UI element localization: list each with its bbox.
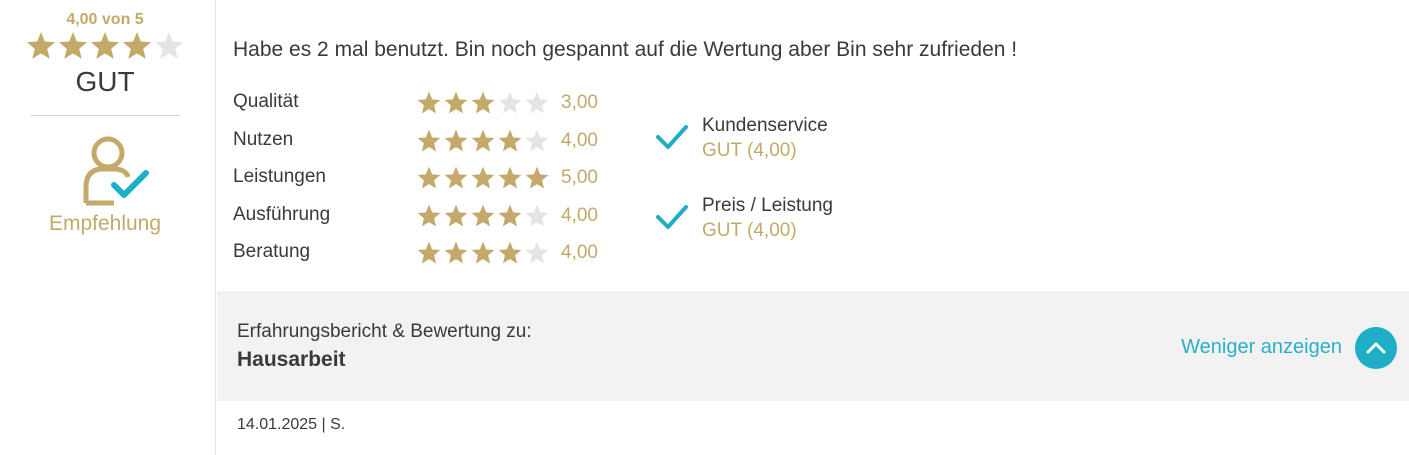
feature-preis-leistung: Preis / Leistung GUT (4,00) (655, 195, 955, 245)
star-empty-icon (155, 32, 183, 59)
star-filled-icon (444, 91, 468, 114)
star-filled-icon (417, 91, 441, 114)
rating-stars (416, 203, 551, 229)
star-filled-icon (417, 129, 441, 151)
rating-stars (416, 128, 551, 154)
star-filled-icon (471, 241, 495, 264)
star-filled-icon (498, 166, 522, 189)
star-filled-icon (59, 32, 87, 59)
rating-row: Beratung 4,00 (233, 238, 613, 268)
rating-row: Nutzen 4,00 (233, 126, 613, 156)
star-filled-icon (417, 166, 441, 189)
star-filled-icon (91, 32, 119, 59)
star-filled-icon (444, 241, 468, 264)
star-filled-icon (417, 241, 441, 264)
feature-value: GUT (4,00) (702, 220, 797, 241)
rating-stars (416, 240, 551, 266)
star-filled-icon (498, 241, 522, 264)
feature-value: GUT (4,00) (702, 140, 797, 161)
star-filled-icon (123, 32, 151, 59)
rating-row: Qualität 3,00 (233, 88, 613, 118)
rating-label: Beratung (233, 241, 311, 262)
check-icon (656, 125, 688, 149)
rating-label: Ausführung (233, 203, 331, 225)
rating-value: 4,00 (561, 242, 598, 263)
recommendation-icon (80, 133, 152, 207)
rating-label: Leistungen (233, 166, 326, 187)
rating-label: Qualität (233, 91, 299, 112)
star-filled-icon (498, 129, 522, 151)
star-filled-icon (444, 129, 468, 151)
star-filled-icon (417, 204, 441, 226)
feature-kundenservice: Kundenservice GUT (4,00) (655, 115, 955, 165)
check-icon (656, 205, 688, 229)
experience-label: Erfahrungsbericht & Bewertung zu: (237, 321, 532, 342)
feature-title: Kundenservice (702, 115, 828, 136)
star-filled-icon (444, 204, 468, 226)
star-filled-icon (471, 166, 495, 189)
experience-panel: Erfahrungsbericht & Bewertung zu: Hausar… (217, 291, 1409, 401)
overall-rating-panel: 4,00 von 5 GUT Empfehlung (0, 0, 216, 455)
rating-value: 3,00 (561, 92, 598, 113)
review-text: Habe es 2 mal benutzt. Bin noch gespannt… (233, 38, 1018, 61)
star-empty-icon (525, 129, 549, 151)
rating-row: Ausführung 4,00 (233, 201, 613, 231)
overall-label: GUT (75, 66, 135, 97)
overall-stars (25, 30, 185, 62)
overall-score: 4,00 von 5 (66, 11, 144, 28)
rating-label: Nutzen (233, 128, 294, 150)
review-date-author: 14.01.2025 | S. (237, 416, 346, 433)
star-empty-icon (498, 91, 522, 114)
experience-topic: Hausarbeit (237, 348, 346, 371)
collapse-button[interactable] (1355, 327, 1397, 369)
star-filled-icon (444, 166, 468, 189)
chevron-up-icon (1366, 342, 1386, 354)
star-filled-icon (471, 204, 495, 226)
star-filled-icon (525, 166, 549, 189)
show-less-link[interactable]: Weniger anzeigen (1181, 336, 1342, 359)
star-empty-icon (525, 241, 549, 264)
star-filled-icon (471, 91, 495, 114)
star-filled-icon (471, 129, 495, 151)
rating-value: 4,00 (561, 204, 598, 226)
star-filled-icon (498, 204, 522, 226)
divider (30, 115, 180, 116)
star-empty-icon (525, 91, 549, 114)
rating-stars (416, 90, 551, 116)
rating-value: 5,00 (561, 167, 598, 188)
rating-value: 4,00 (561, 129, 598, 151)
recommendation-label: Empfehlung (48, 212, 162, 235)
star-filled-icon (27, 32, 55, 59)
rating-stars (416, 165, 551, 191)
star-empty-icon (525, 204, 549, 226)
feature-title: Preis / Leistung (702, 195, 833, 216)
rating-row: Leistungen 5,00 (233, 163, 613, 193)
